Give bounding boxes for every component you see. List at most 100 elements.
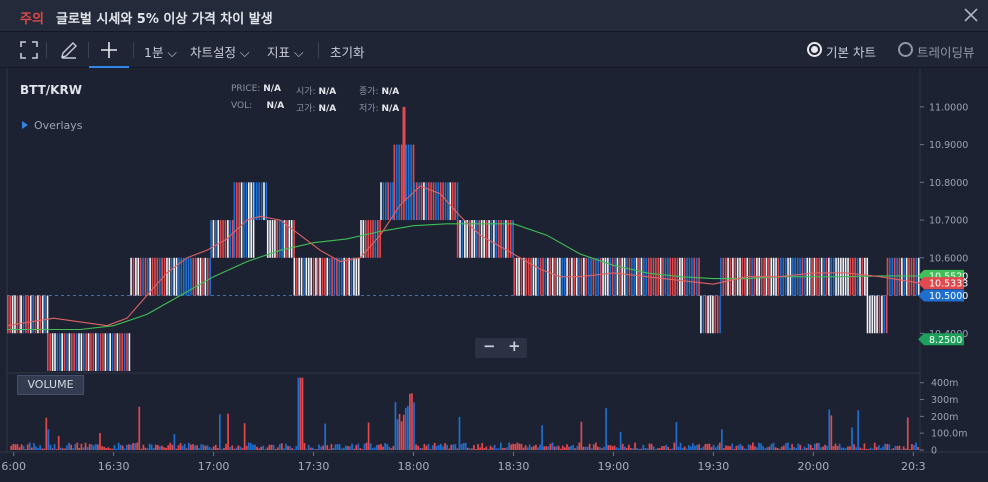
candle [513, 257, 516, 296]
pencil-icon[interactable] [59, 40, 79, 60]
candle [281, 220, 283, 258]
volume-bar [264, 449, 267, 450]
candle [51, 333, 54, 371]
volume-bar [18, 447, 21, 450]
volume-bar [336, 444, 339, 450]
candle [372, 220, 374, 258]
volume-bar [136, 442, 139, 450]
volume-bar [309, 447, 312, 450]
volume-bar [487, 448, 490, 450]
candle [716, 295, 719, 334]
volume-bar [696, 444, 698, 450]
volume-bar [183, 444, 186, 450]
volume-bar [760, 443, 762, 450]
candle [866, 295, 869, 334]
volume-bar [493, 444, 496, 450]
price-tag-label: 10.5333 [929, 279, 968, 290]
indicators-dropdown[interactable]: 지표 ⌵ [267, 42, 303, 61]
volume-bar [171, 444, 174, 450]
volume-bar [816, 443, 818, 450]
volume-bar [458, 416, 461, 450]
volume-bar [692, 443, 694, 450]
volume-bar [190, 444, 192, 450]
legend-vol-value: N/A [266, 101, 285, 111]
candle [393, 144, 396, 221]
volume-bar [113, 445, 116, 450]
candle [913, 257, 915, 296]
candle [360, 220, 362, 258]
candle [638, 257, 640, 296]
volume-bar [586, 446, 589, 450]
candle [551, 257, 554, 296]
volume-bar [880, 448, 882, 450]
volume-bar [66, 445, 68, 450]
volume-bar [875, 447, 878, 450]
candle [185, 257, 187, 296]
volume-bar [382, 446, 384, 450]
volume-bar [555, 446, 558, 450]
candle [430, 182, 432, 221]
volume-bar [291, 448, 293, 450]
candle [90, 333, 92, 371]
volume-bar [115, 448, 118, 450]
candle [547, 257, 549, 296]
volume-bar [293, 449, 296, 450]
fullscreen-icon[interactable] [19, 40, 39, 60]
volume-bar [88, 444, 91, 450]
volume-bar [594, 442, 597, 450]
volume-bar [869, 447, 872, 450]
volume-bar [572, 445, 574, 450]
candle [25, 295, 27, 334]
volume-bar [380, 443, 382, 450]
volume-bar [768, 446, 771, 450]
basic-chart-label[interactable]: 기본 차트 [826, 42, 876, 61]
candle [34, 295, 37, 334]
candle [400, 144, 403, 221]
volume-bar [152, 448, 155, 450]
volume-bar [537, 447, 539, 450]
legend-close: 종가: N/A [359, 84, 399, 97]
candle [695, 257, 698, 296]
volume-bar [376, 444, 378, 450]
reset-button[interactable]: 초기화 [330, 42, 365, 61]
volume-bar [766, 447, 769, 450]
candle [707, 295, 709, 334]
volume-bar [421, 448, 424, 450]
volume-bar [330, 444, 333, 450]
candle [893, 257, 896, 296]
volume-bar [392, 445, 395, 450]
volume-bar [55, 449, 58, 450]
close-icon[interactable] [962, 6, 980, 24]
interval-dropdown[interactable]: 1분 ⌵ [144, 42, 177, 61]
legend-high: 고가: N/A [296, 101, 336, 114]
overlays-toggle[interactable]: Overlays [22, 119, 83, 132]
volume-bar [334, 444, 337, 450]
volume-bar [326, 445, 329, 450]
play-icon [22, 121, 28, 129]
price-chart[interactable]: 11.000010.900010.800010.700010.600010.40… [0, 68, 988, 482]
crosshair-icon[interactable] [99, 40, 119, 60]
volume-bar [283, 448, 285, 450]
volume-bar [826, 445, 829, 450]
zoom-out-button[interactable]: − [483, 337, 496, 355]
volume-bar [295, 445, 298, 450]
volume-bar [367, 422, 370, 450]
chart-settings-dropdown[interactable]: 차트설정 ⌵ [190, 42, 249, 61]
volume-bar [882, 446, 884, 450]
volume-bar [297, 377, 300, 450]
volume-bar [361, 449, 364, 450]
tradingview-label[interactable]: 트레이딩뷰 [917, 42, 975, 61]
volume-bar [26, 444, 29, 450]
candle [669, 257, 672, 296]
zoom-in-button[interactable]: + [508, 337, 521, 355]
volume-bar [756, 447, 758, 450]
volume-bar [252, 444, 254, 450]
candle [483, 220, 486, 258]
volume-bar [347, 446, 349, 450]
candle [597, 257, 600, 296]
candle [464, 220, 466, 258]
volume-bar [198, 448, 201, 450]
tradingview-radio[interactable] [898, 42, 913, 57]
basic-chart-radio[interactable] [807, 42, 822, 57]
candle [350, 257, 353, 296]
